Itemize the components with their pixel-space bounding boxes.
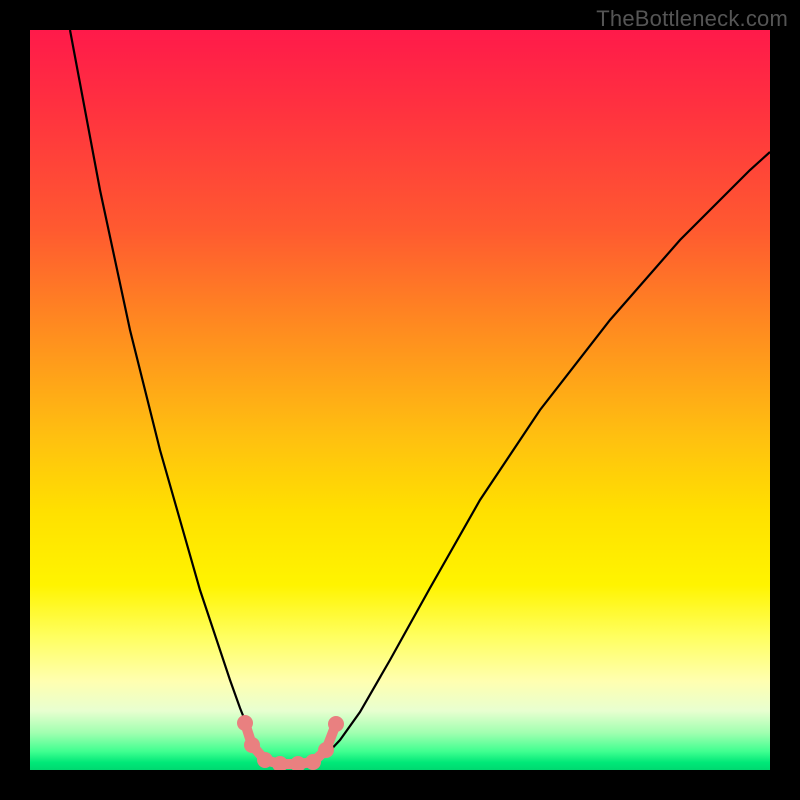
bottom-dot — [237, 715, 253, 731]
bottom-dot — [244, 737, 260, 753]
bottleneck-curve — [70, 30, 770, 768]
bottom-dot — [328, 716, 344, 732]
plot-area — [30, 30, 770, 770]
bottom-dot — [290, 756, 306, 770]
bottom-dot — [318, 742, 334, 758]
watermark-text: TheBottleneck.com — [596, 6, 788, 32]
bottom-dot-cluster — [237, 715, 344, 770]
bottom-dot — [257, 752, 273, 768]
curve-overlay — [30, 30, 770, 770]
bottom-dot — [305, 754, 321, 770]
v-curve — [70, 30, 770, 768]
